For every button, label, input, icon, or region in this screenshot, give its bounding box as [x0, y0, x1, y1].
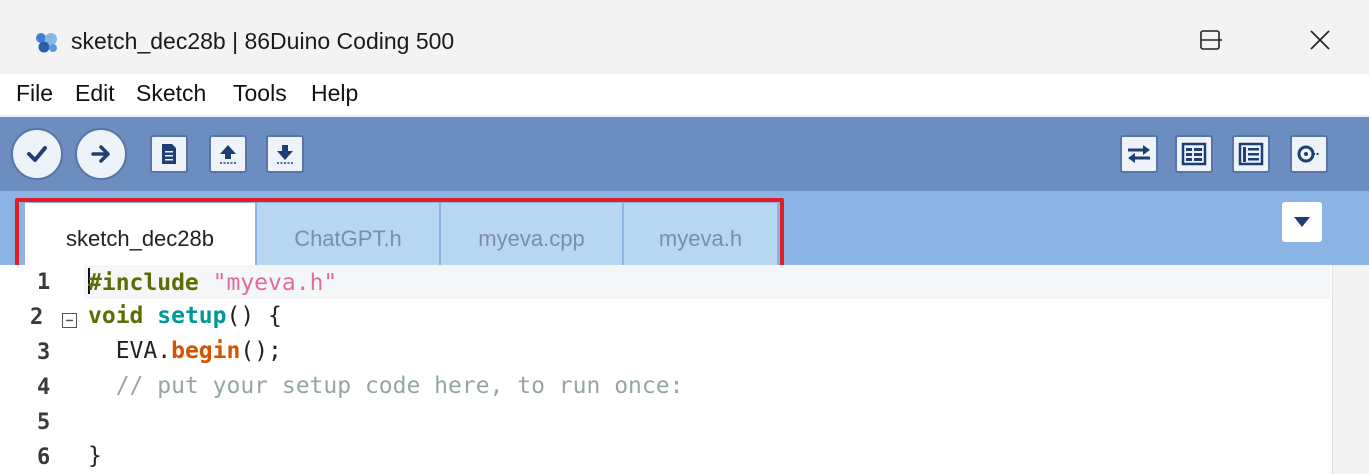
triangle-down-icon [1294, 217, 1310, 227]
code-line-1: #include "myeva.h" [88, 268, 338, 296]
code-line-4: // put your setup code here, to run once… [88, 373, 684, 399]
new-button[interactable] [150, 135, 188, 173]
menu-tools[interactable]: Tools [233, 80, 287, 107]
menu-help[interactable]: Help [311, 80, 358, 107]
menu-file[interactable]: File [16, 80, 53, 107]
close-button[interactable] [1290, 18, 1350, 62]
menu-sketch[interactable]: Sketch [136, 80, 206, 107]
code-line-2: void setup() { [88, 303, 282, 329]
close-icon [1310, 30, 1330, 50]
line-number: 1 [37, 270, 51, 295]
tab-menu-button[interactable] [1282, 202, 1322, 242]
line-number: 4 [37, 375, 51, 400]
line-number: 6 [37, 445, 51, 470]
ide-window: sketch_dec28b | 86Duino Coding 500 File … [0, 0, 1369, 474]
search-button[interactable] [1290, 135, 1328, 173]
open-icon [220, 145, 236, 164]
serial-monitor-button[interactable] [1175, 135, 1213, 173]
code-line-3: EVA.begin(); [115, 338, 282, 364]
title-bar: sketch_dec28b | 86Duino Coding 500 [0, 0, 1369, 74]
vertical-scrollbar[interactable] [1332, 265, 1369, 474]
code-line-6: } [88, 443, 102, 469]
magnifier-icon [1297, 145, 1320, 163]
menu-bar: File Edit Sketch Tools Help [0, 74, 1369, 116]
tab-myeva-cpp[interactable]: myeva.cpp [441, 203, 623, 265]
upload-button[interactable] [75, 128, 127, 180]
window-title: sketch_dec28b | 86Duino Coding 500 [71, 28, 455, 54]
line-number: 5 [37, 410, 51, 435]
maximize-button[interactable] [1180, 18, 1240, 62]
line-number: 2 [30, 305, 44, 330]
menu-edit[interactable]: Edit [75, 80, 115, 107]
serial-plotter-icon [1128, 145, 1150, 163]
library-manager-button[interactable] [1232, 135, 1270, 173]
verify-button[interactable] [11, 128, 63, 180]
tab-sketch-dec28b[interactable]: sketch_dec28b [25, 203, 256, 265]
toolbar [0, 117, 1369, 191]
new-icon [162, 144, 176, 164]
verify-icon [27, 146, 47, 162]
app-logo-icon [36, 33, 57, 53]
tab-bar: sketch_dec28b ChatGPT.h myeva.cpp myeva.… [0, 191, 1369, 265]
upload-icon [91, 145, 110, 163]
open-button[interactable] [209, 135, 247, 173]
maximize-icon [1200, 30, 1220, 50]
save-button[interactable] [266, 135, 304, 173]
list-tree-icon [1238, 142, 1264, 166]
tab-myeva-h[interactable]: myeva.h [624, 203, 778, 265]
tab-chatgpt-h[interactable]: ChatGPT.h [257, 203, 440, 265]
line-number: 3 [37, 340, 51, 365]
save-icon [277, 145, 293, 164]
fold-collapse-icon[interactable] [62, 313, 77, 328]
serial-monitor-icon [1181, 142, 1207, 166]
serial-plotter-button[interactable] [1120, 135, 1158, 173]
